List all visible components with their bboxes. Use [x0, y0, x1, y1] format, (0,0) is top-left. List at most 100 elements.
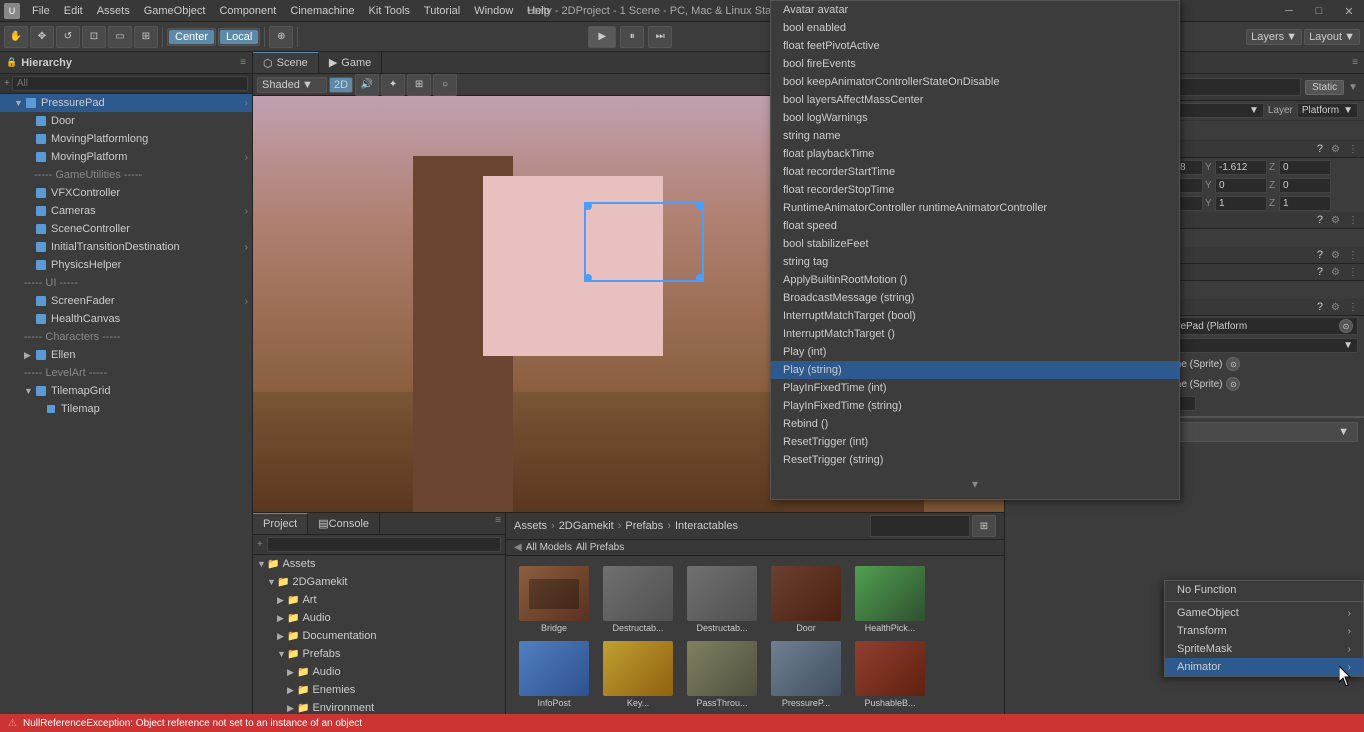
project-search-input[interactable] — [267, 537, 501, 552]
hierarchy-menu-icon[interactable]: ≡ — [240, 57, 246, 68]
dropdown-item-strtag[interactable]: string tag — [771, 253, 1179, 271]
grid-toggle-button[interactable]: ⊞ — [407, 74, 431, 96]
project-item-audio[interactable]: ▶ 📁 Audio — [253, 609, 505, 627]
dropdown-item-feetpivot[interactable]: float feetPivotActive — [771, 37, 1179, 55]
dropdown-item-runtimeanim[interactable]: RuntimeAnimatorController runtimeAnimato… — [771, 199, 1179, 217]
mode-2d-button[interactable]: 2D — [329, 77, 353, 93]
menu-item-edit[interactable]: Edit — [58, 3, 89, 19]
scale-z-input[interactable] — [1279, 196, 1331, 211]
hierarchy-item-door[interactable]: Door — [0, 112, 252, 130]
hierarchy-item-healthcanvas[interactable]: HealthCanvas — [0, 310, 252, 328]
project-item-2dgamekit[interactable]: ▼ 📁 2DGamekit — [253, 573, 505, 591]
dropdown-item-applyroot[interactable]: ApplyBuiltinRootMotion () — [771, 271, 1179, 289]
dropdown-item-enabled[interactable]: bool enabled — [771, 19, 1179, 37]
dropdown-item-playfixedint[interactable]: PlayInFixedTime (int) — [771, 379, 1179, 397]
fx-toggle-button[interactable]: ✦ — [381, 74, 405, 96]
dropdown-item-broadcastmsg[interactable]: BroadcastMessage (string) — [771, 289, 1179, 307]
asset-healthpick[interactable]: HealthPick... — [850, 564, 930, 635]
static-dropdown-arrow[interactable]: ▼ — [1348, 82, 1358, 93]
hierarchy-item-movingplatform[interactable]: MovingPlatform › — [0, 148, 252, 166]
right-menu-gameobject[interactable]: GameObject › — [1165, 604, 1363, 622]
all-prefabs-link[interactable]: All Prefabs — [576, 542, 624, 553]
handle-tl[interactable] — [584, 202, 592, 210]
dropdown-item-logwarn[interactable]: bool logWarnings — [771, 109, 1179, 127]
sprite1-pick-btn[interactable]: ⊙ — [1226, 357, 1240, 371]
layers-dropdown[interactable]: Layers ▼ — [1246, 29, 1302, 45]
path-interactables[interactable]: Interactables — [675, 520, 738, 532]
asset-grid-toggle[interactable]: ⊞ — [972, 515, 996, 537]
hierarchy-search-input[interactable] — [12, 76, 248, 91]
dropdown-item-keepanim[interactable]: bool keepAnimatorControllerStateOnDisabl… — [771, 73, 1179, 91]
tab-scene[interactable]: ⬡ Scene — [253, 52, 319, 73]
handle-br[interactable] — [696, 274, 704, 282]
dropdown-item-fireevents[interactable]: bool fireEvents — [771, 55, 1179, 73]
layer-dropdown[interactable]: Platform ▼ — [1297, 103, 1358, 118]
all-models-link[interactable]: All Models — [526, 542, 572, 553]
menu-item-component[interactable]: Component — [213, 3, 282, 19]
renderer2d-menu-icon[interactable]: ⋮ — [1348, 250, 1358, 261]
right-menu-animator[interactable]: Animator › — [1165, 658, 1363, 676]
menu-item-tutorial[interactable]: Tutorial — [418, 3, 466, 19]
right-menu-transform[interactable]: Transform › — [1165, 622, 1363, 640]
pad-settings-icon[interactable]: ⚙ — [1331, 302, 1340, 313]
renderer2d-settings-icon[interactable]: ⚙ — [1331, 250, 1340, 261]
asset-door[interactable]: Door — [766, 564, 846, 635]
catcher-question-icon[interactable]: ? — [1317, 266, 1323, 278]
hierarchy-item-ellen[interactable]: ▶ Ellen — [0, 346, 252, 364]
hierarchy-item-tilemapgrid[interactable]: ▼ TilemapGrid — [0, 382, 252, 400]
pause-button[interactable]: ⏸ — [620, 26, 644, 48]
project-item-prefabs[interactable]: ▼ 📁 Prefabs — [253, 645, 505, 663]
project-add-icon[interactable]: + — [257, 539, 263, 550]
hierarchy-item-physics[interactable]: PhysicsHelper — [0, 256, 252, 274]
pad-menu-icon[interactable]: ⋮ — [1348, 302, 1358, 313]
transform-tool-button[interactable]: ⊞ — [134, 26, 158, 48]
path-assets[interactable]: Assets — [514, 520, 547, 532]
menu-item-file[interactable]: File — [26, 3, 56, 19]
asset-pressurepad[interactable]: PressureP... — [766, 639, 846, 710]
pos-y-input[interactable] — [1215, 160, 1267, 175]
asset-bridge[interactable]: Bridge — [514, 564, 594, 635]
local-button[interactable]: Local — [220, 30, 258, 44]
hierarchy-item-tilemap[interactable]: Tilemap — [0, 400, 252, 418]
transform-menu-icon[interactable]: ⋮ — [1348, 144, 1358, 155]
hierarchy-lock-icon[interactable]: 🔒 — [6, 57, 17, 68]
asset-key[interactable]: Key... — [598, 639, 678, 710]
dropdown-item-layers[interactable]: bool layersAffectMassCenter — [771, 91, 1179, 109]
project-item-enemies[interactable]: ▶ 📁 Enemies — [253, 681, 505, 699]
catcher-menu-icon[interactable]: ⋮ — [1348, 267, 1358, 278]
renderer-settings-icon[interactable]: ⚙ — [1331, 215, 1340, 226]
asset-pushable[interactable]: PushableB... — [850, 639, 930, 710]
rot-y-input[interactable] — [1215, 178, 1267, 193]
dropdown-item-playfixedstr[interactable]: PlayInFixedTime (string) — [771, 397, 1179, 415]
hierarchy-item-itd[interactable]: InitialTransitionDestination › — [0, 238, 252, 256]
rot-z-input[interactable] — [1279, 178, 1331, 193]
scale-tool-button[interactable]: ⊡ — [82, 26, 106, 48]
inspector-menu-icon[interactable]: ≡ — [1352, 57, 1358, 68]
renderer-menu-icon[interactable]: ⋮ — [1348, 215, 1358, 226]
dropdown-item-interruptbool[interactable]: InterruptMatchTarget (bool) — [771, 307, 1179, 325]
dropdown-item-strname[interactable]: string name — [771, 127, 1179, 145]
move-tool-button[interactable]: ✥ — [30, 26, 54, 48]
dropdown-item-recorderstop[interactable]: float recorderStopTime — [771, 181, 1179, 199]
project-item-docs[interactable]: ▶ 📁 Documentation — [253, 627, 505, 645]
hierarchy-item-scenecontroller[interactable]: SceneController — [0, 220, 252, 238]
sprite2-pick-btn[interactable]: ⊙ — [1226, 377, 1240, 391]
pos-z-input[interactable] — [1279, 160, 1331, 175]
dropdown-item-avatar[interactable]: Avatar avatar — [771, 1, 1179, 19]
handle-tr[interactable] — [696, 202, 704, 210]
scale-y-input[interactable] — [1215, 196, 1267, 211]
dropdown-item-recorderstart[interactable]: float recorderStartTime — [771, 163, 1179, 181]
asset-infopost[interactable]: InfoPost — [514, 639, 594, 710]
menu-item-window[interactable]: Window — [468, 3, 519, 19]
menu-item-assets[interactable]: Assets — [91, 3, 136, 19]
dropdown-item-rebind[interactable]: Rebind () — [771, 415, 1179, 433]
close-button[interactable]: ✕ — [1334, 0, 1364, 22]
hierarchy-item-screenfader[interactable]: ScreenFader › — [0, 292, 252, 310]
project-item-art[interactable]: ▶ 📁 Art — [253, 591, 505, 609]
asset-passthrough[interactable]: PassThrou... — [682, 639, 762, 710]
pad-question-icon[interactable]: ? — [1317, 301, 1323, 313]
tab-console[interactable]: ▤ Console — [308, 513, 380, 534]
dropdown-item-playback[interactable]: float playbackTime — [771, 145, 1179, 163]
asset-search-input[interactable] — [870, 515, 970, 537]
transform-question-icon[interactable]: ? — [1317, 143, 1323, 155]
